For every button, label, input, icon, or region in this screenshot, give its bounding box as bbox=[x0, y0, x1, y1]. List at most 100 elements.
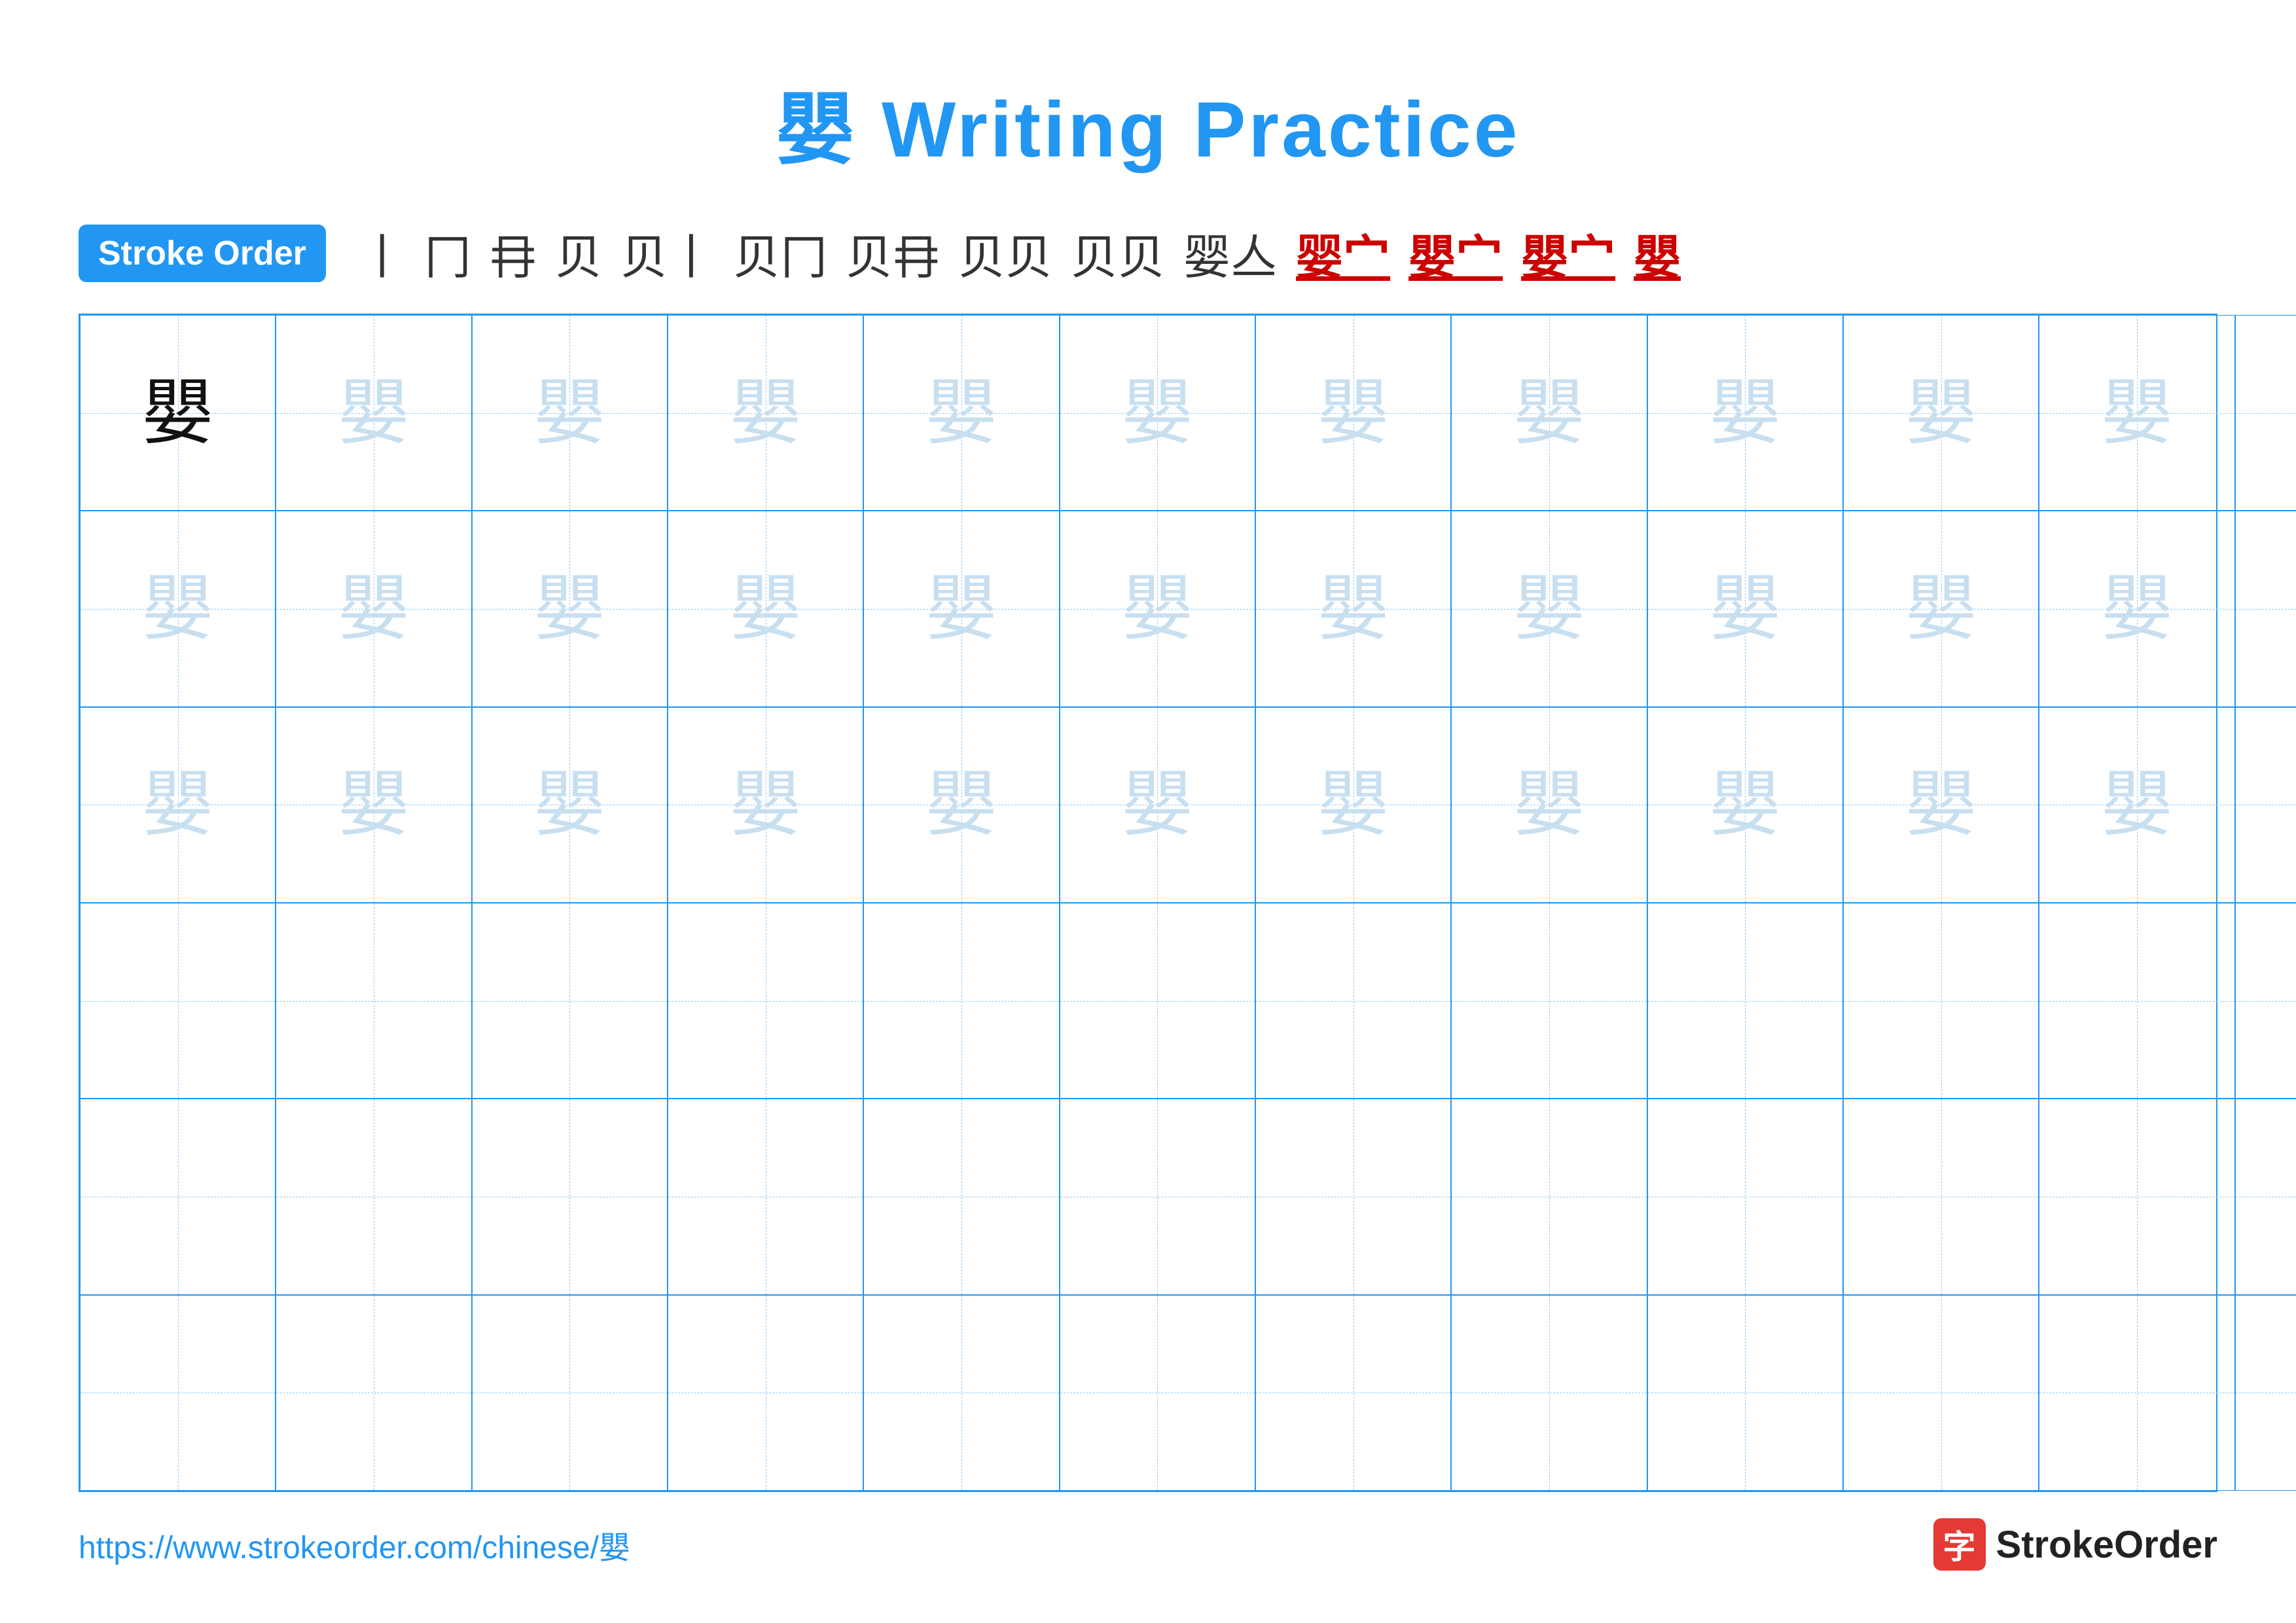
char-light: 嬰 bbox=[1905, 769, 1977, 841]
char-light: 嬰 bbox=[1318, 769, 1390, 841]
grid-cell-empty[interactable] bbox=[472, 1295, 668, 1491]
grid-cell-empty[interactable] bbox=[80, 903, 276, 1099]
grid-cell-empty[interactable] bbox=[1647, 1099, 1843, 1294]
grid-cell: 嬰 bbox=[1255, 315, 1451, 511]
grid-cell-empty[interactable] bbox=[1647, 1295, 1843, 1491]
footer-url: https://www.strokeorder.com/chinese/嬰 bbox=[79, 1522, 630, 1567]
char-light: 嬰 bbox=[533, 573, 605, 645]
grid-cell: 嬰 bbox=[668, 707, 863, 903]
grid-cell: 嬰 bbox=[1255, 707, 1451, 903]
grid-cell-empty[interactable] bbox=[1060, 903, 1255, 1099]
stroke-step-0: 丨 bbox=[359, 219, 406, 287]
grid-cell-empty[interactable] bbox=[1451, 903, 1647, 1099]
char-light: 嬰 bbox=[1121, 377, 1193, 449]
grid-cell-empty[interactable] bbox=[2235, 903, 2296, 1099]
grid-cell-empty[interactable] bbox=[1060, 1295, 1255, 1491]
grid-cell: 嬰 bbox=[1647, 511, 1843, 706]
grid-cell: 嬰 bbox=[1451, 315, 1647, 511]
grid-cell-empty[interactable] bbox=[1451, 1099, 1647, 1294]
grid-cell: 嬰 bbox=[2235, 707, 2296, 903]
grid-cell: 嬰 bbox=[276, 707, 471, 903]
grid-cell: 嬰 bbox=[2039, 707, 2234, 903]
grid-cell-empty[interactable] bbox=[276, 1295, 471, 1491]
grid-cell: 嬰 bbox=[2235, 511, 2296, 706]
stroke-step-4: 贝丨 bbox=[620, 219, 715, 287]
grid-cell-empty[interactable] bbox=[1451, 1295, 1647, 1491]
grid-cell-empty[interactable] bbox=[1843, 1295, 2039, 1491]
grid-cell-empty[interactable] bbox=[668, 1295, 863, 1491]
grid-cell-empty[interactable] bbox=[1255, 1099, 1451, 1294]
grid-cell: 嬰 bbox=[2039, 511, 2234, 706]
grid-cell-empty[interactable] bbox=[863, 1295, 1059, 1491]
stroke-step-5: 贝冂 bbox=[733, 219, 827, 287]
stroke-step-13: 嬰 bbox=[1634, 219, 1681, 287]
grid-cell-empty[interactable] bbox=[1060, 1099, 1255, 1294]
stroke-step-7: 贝贝 bbox=[958, 219, 1052, 287]
stroke-order-badge: Stroke Order bbox=[79, 225, 326, 282]
stroke-order-row: Stroke Order 丨冂冄贝贝丨贝冂贝冄贝贝贝贝婴亼婴宀嬰宀嬰宀嬰 bbox=[79, 219, 2217, 287]
grid-cell: 嬰 bbox=[1647, 707, 1843, 903]
grid-cell-empty[interactable] bbox=[472, 903, 668, 1099]
grid-cell-empty[interactable] bbox=[1843, 903, 2039, 1099]
grid-cell-empty[interactable] bbox=[80, 1295, 276, 1491]
grid-cell-empty[interactable] bbox=[668, 903, 863, 1099]
grid-cell-empty[interactable] bbox=[2235, 1295, 2296, 1491]
grid-cell-empty[interactable] bbox=[1255, 903, 1451, 1099]
grid-cell: 嬰 bbox=[863, 511, 1059, 706]
practice-grid: 嬰 嬰 嬰 嬰 嬰 嬰 嬰 嬰 嬰 嬰 嬰 嬰 嬰 嬰 嬰 嬰 嬰 嬰 嬰 嬰 … bbox=[79, 314, 2217, 1492]
stroke-step-3: 贝 bbox=[555, 219, 602, 287]
char-light: 嬰 bbox=[1905, 377, 1977, 449]
char-light: 嬰 bbox=[730, 573, 802, 645]
grid-cell-empty[interactable] bbox=[668, 1099, 863, 1294]
grid-cell: 嬰 bbox=[80, 511, 276, 706]
char-light: 嬰 bbox=[338, 573, 410, 645]
grid-cell-empty[interactable] bbox=[472, 1099, 668, 1294]
footer: https://www.strokeorder.com/chinese/嬰 字 … bbox=[79, 1518, 2217, 1571]
stroke-step-8: 贝贝 bbox=[1071, 219, 1165, 287]
logo-text: StrokeOrder bbox=[1996, 1523, 2217, 1567]
char-light: 嬰 bbox=[925, 573, 997, 645]
char-light: 嬰 bbox=[142, 573, 214, 645]
grid-cell: 嬰 bbox=[276, 315, 471, 511]
char-light: 嬰 bbox=[1318, 377, 1390, 449]
grid-cell-empty[interactable] bbox=[2039, 1295, 2234, 1491]
grid-cell: 嬰 bbox=[1060, 707, 1255, 903]
grid-cell: 嬰 bbox=[276, 511, 471, 706]
grid-cell-empty[interactable] bbox=[2235, 1099, 2296, 1294]
grid-cell-empty[interactable] bbox=[276, 903, 471, 1099]
char-dark: 嬰 bbox=[142, 377, 214, 449]
char-light: 嬰 bbox=[2101, 573, 2173, 645]
grid-cell: 嬰 bbox=[1647, 315, 1843, 511]
grid-cell: 嬰 bbox=[472, 315, 668, 511]
grid-cell: 嬰 bbox=[863, 315, 1059, 511]
grid-cell-empty[interactable] bbox=[1647, 903, 1843, 1099]
grid-cell: 嬰 bbox=[472, 511, 668, 706]
grid-cell: 嬰 bbox=[1255, 511, 1451, 706]
char-light: 嬰 bbox=[1905, 573, 1977, 645]
page-title: 嬰 Writing Practice bbox=[776, 65, 1520, 179]
grid-cell: 嬰 bbox=[1843, 511, 2039, 706]
char-light: 嬰 bbox=[730, 377, 802, 449]
grid-cell-empty[interactable] bbox=[80, 1099, 276, 1294]
char-light: 嬰 bbox=[730, 769, 802, 841]
char-light: 嬰 bbox=[1709, 769, 1781, 841]
grid-cell-empty[interactable] bbox=[1255, 1295, 1451, 1491]
grid-cell-empty[interactable] bbox=[1843, 1099, 2039, 1294]
grid-cell-empty[interactable] bbox=[2039, 903, 2234, 1099]
char-light: 嬰 bbox=[2101, 377, 2173, 449]
grid-cell-empty[interactable] bbox=[276, 1099, 471, 1294]
char-light: 嬰 bbox=[1513, 573, 1585, 645]
stroke-step-1: 冂 bbox=[424, 219, 471, 287]
grid-cell: 嬰 bbox=[668, 315, 863, 511]
grid-cell-empty[interactable] bbox=[863, 903, 1059, 1099]
stroke-steps: 丨冂冄贝贝丨贝冂贝冄贝贝贝贝婴亼婴宀嬰宀嬰宀嬰 bbox=[359, 219, 1681, 287]
grid-cell: 嬰 bbox=[80, 707, 276, 903]
char-light: 嬰 bbox=[533, 769, 605, 841]
char-light: 嬰 bbox=[1709, 573, 1781, 645]
stroke-step-10: 婴宀 bbox=[1296, 219, 1390, 287]
grid-cell-empty[interactable] bbox=[863, 1099, 1059, 1294]
char-light: 嬰 bbox=[338, 769, 410, 841]
grid-cell-empty[interactable] bbox=[2039, 1099, 2234, 1294]
char-light: 嬰 bbox=[533, 377, 605, 449]
grid-cell: 嬰 bbox=[1060, 315, 1255, 511]
